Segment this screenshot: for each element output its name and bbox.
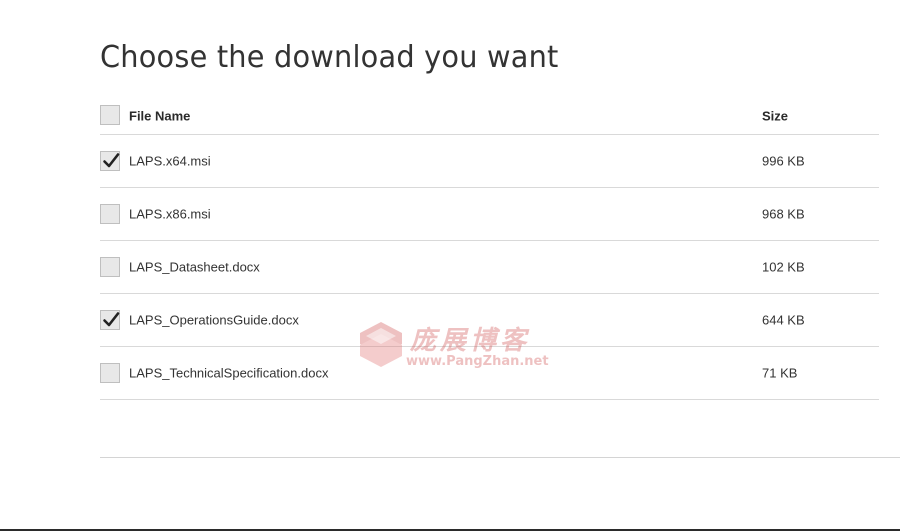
table-row[interactable]: LAPS.x64.msi 996 KB xyxy=(100,135,879,188)
download-table: File Name Size LAPS.x64.msi 996 KB LAPS.… xyxy=(100,98,879,400)
file-size: 71 KB xyxy=(762,365,798,381)
file-checkbox[interactable] xyxy=(100,257,120,277)
select-all-checkbox[interactable] xyxy=(100,105,120,125)
file-checkbox[interactable] xyxy=(100,151,120,171)
file-name: LAPS.x86.msi xyxy=(129,206,211,222)
checkmark-icon xyxy=(103,153,120,168)
table-row[interactable]: LAPS_Datasheet.docx 102 KB xyxy=(100,241,879,294)
table-header: File Name Size xyxy=(100,98,879,135)
column-header-file-name: File Name xyxy=(129,108,191,124)
column-header-size: Size xyxy=(762,108,789,124)
file-name: LAPS.x64.msi xyxy=(129,153,211,169)
file-size: 102 KB xyxy=(762,259,805,275)
file-name: LAPS_Datasheet.docx xyxy=(129,259,260,275)
file-checkbox[interactable] xyxy=(100,204,120,224)
table-row[interactable]: LAPS_TechnicalSpecification.docx 71 KB xyxy=(100,347,879,400)
download-page: Choose the download you want File Name S… xyxy=(0,0,900,531)
file-checkbox[interactable] xyxy=(100,310,120,330)
page-title: Choose the download you want xyxy=(100,40,559,75)
file-name: LAPS_TechnicalSpecification.docx xyxy=(129,365,329,381)
footer-divider xyxy=(100,457,900,458)
file-size: 968 KB xyxy=(762,206,805,222)
table-row[interactable]: LAPS_OperationsGuide.docx 644 KB xyxy=(100,294,879,347)
checkmark-icon xyxy=(103,312,120,327)
file-size: 644 KB xyxy=(762,312,805,328)
file-size: 996 KB xyxy=(762,153,805,169)
table-row[interactable]: LAPS.x86.msi 968 KB xyxy=(100,188,879,241)
file-checkbox[interactable] xyxy=(100,363,120,383)
file-name: LAPS_OperationsGuide.docx xyxy=(129,312,299,328)
